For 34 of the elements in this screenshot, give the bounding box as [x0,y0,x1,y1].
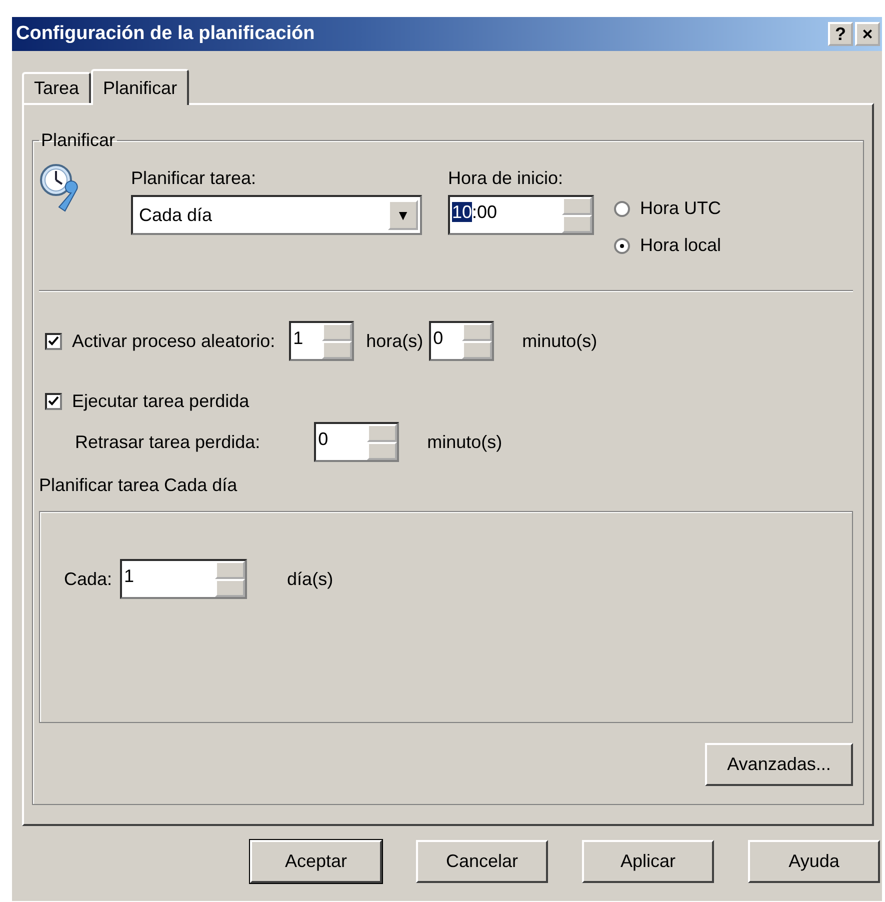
close-button[interactable]: × [855,22,880,46]
schedule-label: Planificar tarea: [131,168,258,189]
checkbox[interactable] [45,393,62,410]
group-title: Planificar [40,130,116,151]
every-label: Cada: [64,568,112,590]
dialog-button[interactable]: Ayuda [748,840,880,883]
hours-unit: hora(s) [366,330,424,352]
delay-missed-label: Retrasar tarea perdida: [75,432,260,452]
detail-title: Planificar tarea Cada día [39,475,238,496]
dialog-button[interactable]: Cancelar [416,840,548,883]
tab[interactable]: Planificar [91,69,190,105]
schedule-dropdown[interactable]: Cada día ▼ [131,195,422,235]
hours-field[interactable]: 1 [289,321,354,361]
window-title: Configuración de la planificación [16,23,315,45]
random-delay-label: Activar proceso aleatorio: [72,330,276,352]
delay-field[interactable]: 0 [314,422,400,462]
radio-label: Hora local [640,235,722,256]
every-field[interactable]: 1 [120,559,248,599]
advanced-button[interactable]: Avanzadas... [705,743,853,786]
days-unit: día(s) [287,568,334,590]
run-missed-label: Ejecutar tarea perdida [72,391,250,412]
checkbox[interactable] [45,332,62,350]
tab[interactable]: Tarea [22,72,92,103]
minutes-unit: minuto(s) [522,330,598,352]
dialog-button[interactable]: Aceptar [250,840,382,883]
radio-label: Hora UTC [640,198,722,219]
minutes-field[interactable]: 0 [429,321,494,361]
start-time-label: Hora de inicio: [448,168,564,189]
start-time-field[interactable]: 10:00 [448,195,594,235]
radio-button[interactable] [614,238,630,254]
dialog-button[interactable]: Aplicar [582,840,714,883]
radio-button[interactable] [614,200,630,216]
delay-unit: minuto(s) [427,432,502,452]
help-button[interactable]: ? [828,22,853,46]
